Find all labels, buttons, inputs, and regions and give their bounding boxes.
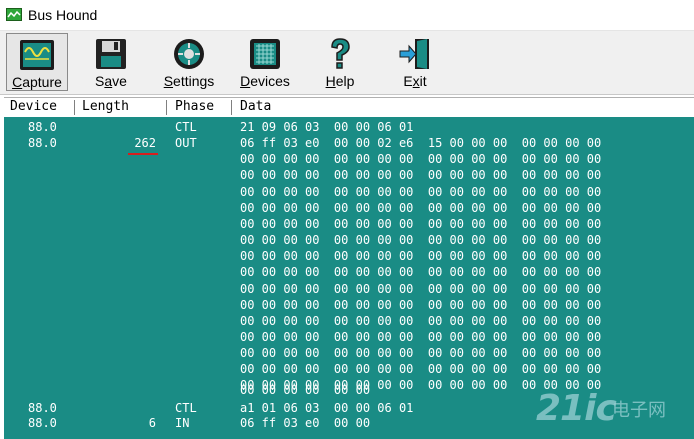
capture-button[interactable]: Capture [6, 33, 68, 91]
watermark-sub: 电子网 [612, 400, 666, 421]
settings-button[interactable]: Settings [156, 33, 222, 91]
table-row[interactable]: 00 00 00 00 00 00 00 00 00 00 00 00 00 0… [4, 233, 694, 248]
title-bar: Bus Hound [0, 0, 694, 31]
phase-cell: IN [175, 416, 190, 430]
table-row[interactable]: 00 00 00 00 00 00 00 00 00 00 00 00 00 0… [4, 249, 694, 264]
table-row[interactable]: 88.0 262 OUT 06 ff 03 e0 00 00 02 e6 15 00 … [4, 136, 694, 151]
data-cell: 00 00 00 00 00 00 00 00 00 00 00 00 00 0… [240, 168, 602, 183]
table-row[interactable]: 00 00 00 00 00 00 00 00 00 00 00 00 00 0… [4, 330, 694, 345]
watermark-main: 21ic [536, 388, 617, 429]
column-header-phase[interactable]: Phase [175, 99, 214, 116]
column-header-data[interactable]: Data [240, 99, 271, 116]
save-label: Save [95, 73, 127, 89]
data-cell: 00 00 00 00 00 00 00 00 00 00 00 00 00 0… [240, 313, 602, 328]
save-button[interactable]: Save [80, 33, 142, 91]
table-row[interactable]: 00 00 00 00 00 00 00 00 00 00 00 00 00 0… [4, 185, 694, 200]
phase-cell: CTL [175, 401, 197, 415]
device-cell: 88.0 [28, 401, 57, 415]
data-cell: 00 00 00 00 00 00 00 00 00 00 00 00 00 0… [240, 200, 602, 215]
help-button[interactable]: Help [310, 33, 370, 91]
data-cell: 00 00 00 00 00 00 [240, 383, 371, 397]
table-row[interactable]: 00 00 00 00 00 00 00 00 00 00 00 00 00 0… [4, 282, 694, 297]
floppy-disk-icon [93, 37, 129, 71]
table-row[interactable]: 88.0 CTL 21 09 06 03 00 00 06 01 [4, 120, 694, 135]
data-cell: 00 00 00 00 00 00 00 00 00 00 00 00 00 0… [240, 281, 602, 296]
capture-icon [19, 38, 55, 72]
table-row[interactable]: 00 00 00 00 00 00 00 00 00 00 00 00 00 0… [4, 168, 694, 183]
device-cell: 88.0 [28, 416, 57, 430]
toolbar: Capture Save Settings Devices Help Exit [0, 31, 694, 95]
settings-dial-icon [171, 37, 207, 71]
exit-label: Exit [403, 73, 427, 89]
column-divider[interactable] [231, 100, 232, 115]
data-cell: 06 ff 03 e0 00 00 [240, 416, 371, 430]
column-header-device[interactable]: Device [10, 99, 57, 116]
data-cell: 21 09 06 03 00 00 06 01 [240, 120, 414, 134]
capture-label: Capture [12, 74, 62, 90]
data-cell: 06 ff 03 e0 00 00 02 e6 15 00 00 00 00 0… [240, 136, 602, 151]
device-cell: 88.0 [28, 136, 57, 151]
chip-icon [247, 37, 283, 71]
phase-cell: OUT [175, 136, 197, 151]
question-icon [322, 37, 358, 71]
data-cell: 00 00 00 00 00 00 00 00 00 00 00 00 00 0… [240, 249, 602, 264]
phase-cell: CTL [175, 120, 197, 134]
exit-door-icon [397, 37, 433, 71]
window-title: Bus Hound [28, 7, 98, 23]
table-row[interactable]: 00 00 00 00 00 00 00 00 00 00 00 00 00 0… [4, 201, 694, 216]
settings-label: Settings [163, 73, 215, 89]
column-header: Device Length Phase Data [4, 97, 694, 118]
device-cell: 88.0 [28, 120, 57, 134]
data-cell: 00 00 00 00 00 00 00 00 00 00 00 00 00 0… [240, 297, 602, 312]
data-cell: 00 00 00 00 00 00 00 00 00 00 00 00 00 0… [240, 184, 602, 199]
length-cell: 6 [148, 416, 156, 430]
column-divider[interactable] [166, 100, 167, 115]
devices-label: Devices [240, 73, 290, 89]
21ic-watermark-logo: 21ic 电子网 [536, 388, 666, 432]
column-header-length[interactable]: Length [82, 99, 129, 116]
table-row[interactable]: 00 00 00 00 00 00 00 00 00 00 00 00 00 0… [4, 265, 694, 280]
data-cell: 00 00 00 00 00 00 00 00 00 00 00 00 00 0… [240, 346, 602, 361]
table-row[interactable]: 00 00 00 00 00 00 00 00 00 00 00 00 00 0… [4, 346, 694, 361]
data-cell: 00 00 00 00 00 00 00 00 00 00 00 00 00 0… [240, 329, 602, 344]
data-cell: 00 00 00 00 00 00 00 00 00 00 00 00 00 0… [240, 233, 602, 248]
table-row[interactable]: 00 00 00 00 00 00 00 00 00 00 00 00 00 0… [4, 152, 694, 167]
devices-button[interactable]: Devices [232, 33, 298, 91]
data-cell: 00 00 00 00 00 00 00 00 00 00 00 00 00 0… [240, 216, 602, 231]
data-cell: 00 00 00 00 00 00 00 00 00 00 00 00 00 0… [240, 362, 602, 377]
help-label: Help [325, 73, 355, 89]
data-cell: a1 01 06 03 00 00 06 01 [240, 401, 414, 415]
table-row[interactable]: 00 00 00 00 00 00 00 00 00 00 00 00 00 0… [4, 362, 694, 377]
data-cell: 00 00 00 00 00 00 00 00 00 00 00 00 00 0… [240, 152, 602, 167]
table-row[interactable]: 00 00 00 00 00 00 00 00 00 00 00 00 00 0… [4, 314, 694, 329]
table-row[interactable]: 00 00 00 00 00 00 00 00 00 00 00 00 00 0… [4, 298, 694, 313]
bus-hound-app-icon [6, 8, 22, 21]
data-cell: 00 00 00 00 00 00 00 00 00 00 00 00 00 0… [240, 265, 602, 280]
column-divider[interactable] [74, 100, 75, 115]
exit-button[interactable]: Exit [384, 33, 446, 91]
length-cell: 262 [134, 136, 156, 151]
table-row[interactable]: 00 00 00 00 00 00 00 00 00 00 00 00 00 0… [4, 217, 694, 232]
